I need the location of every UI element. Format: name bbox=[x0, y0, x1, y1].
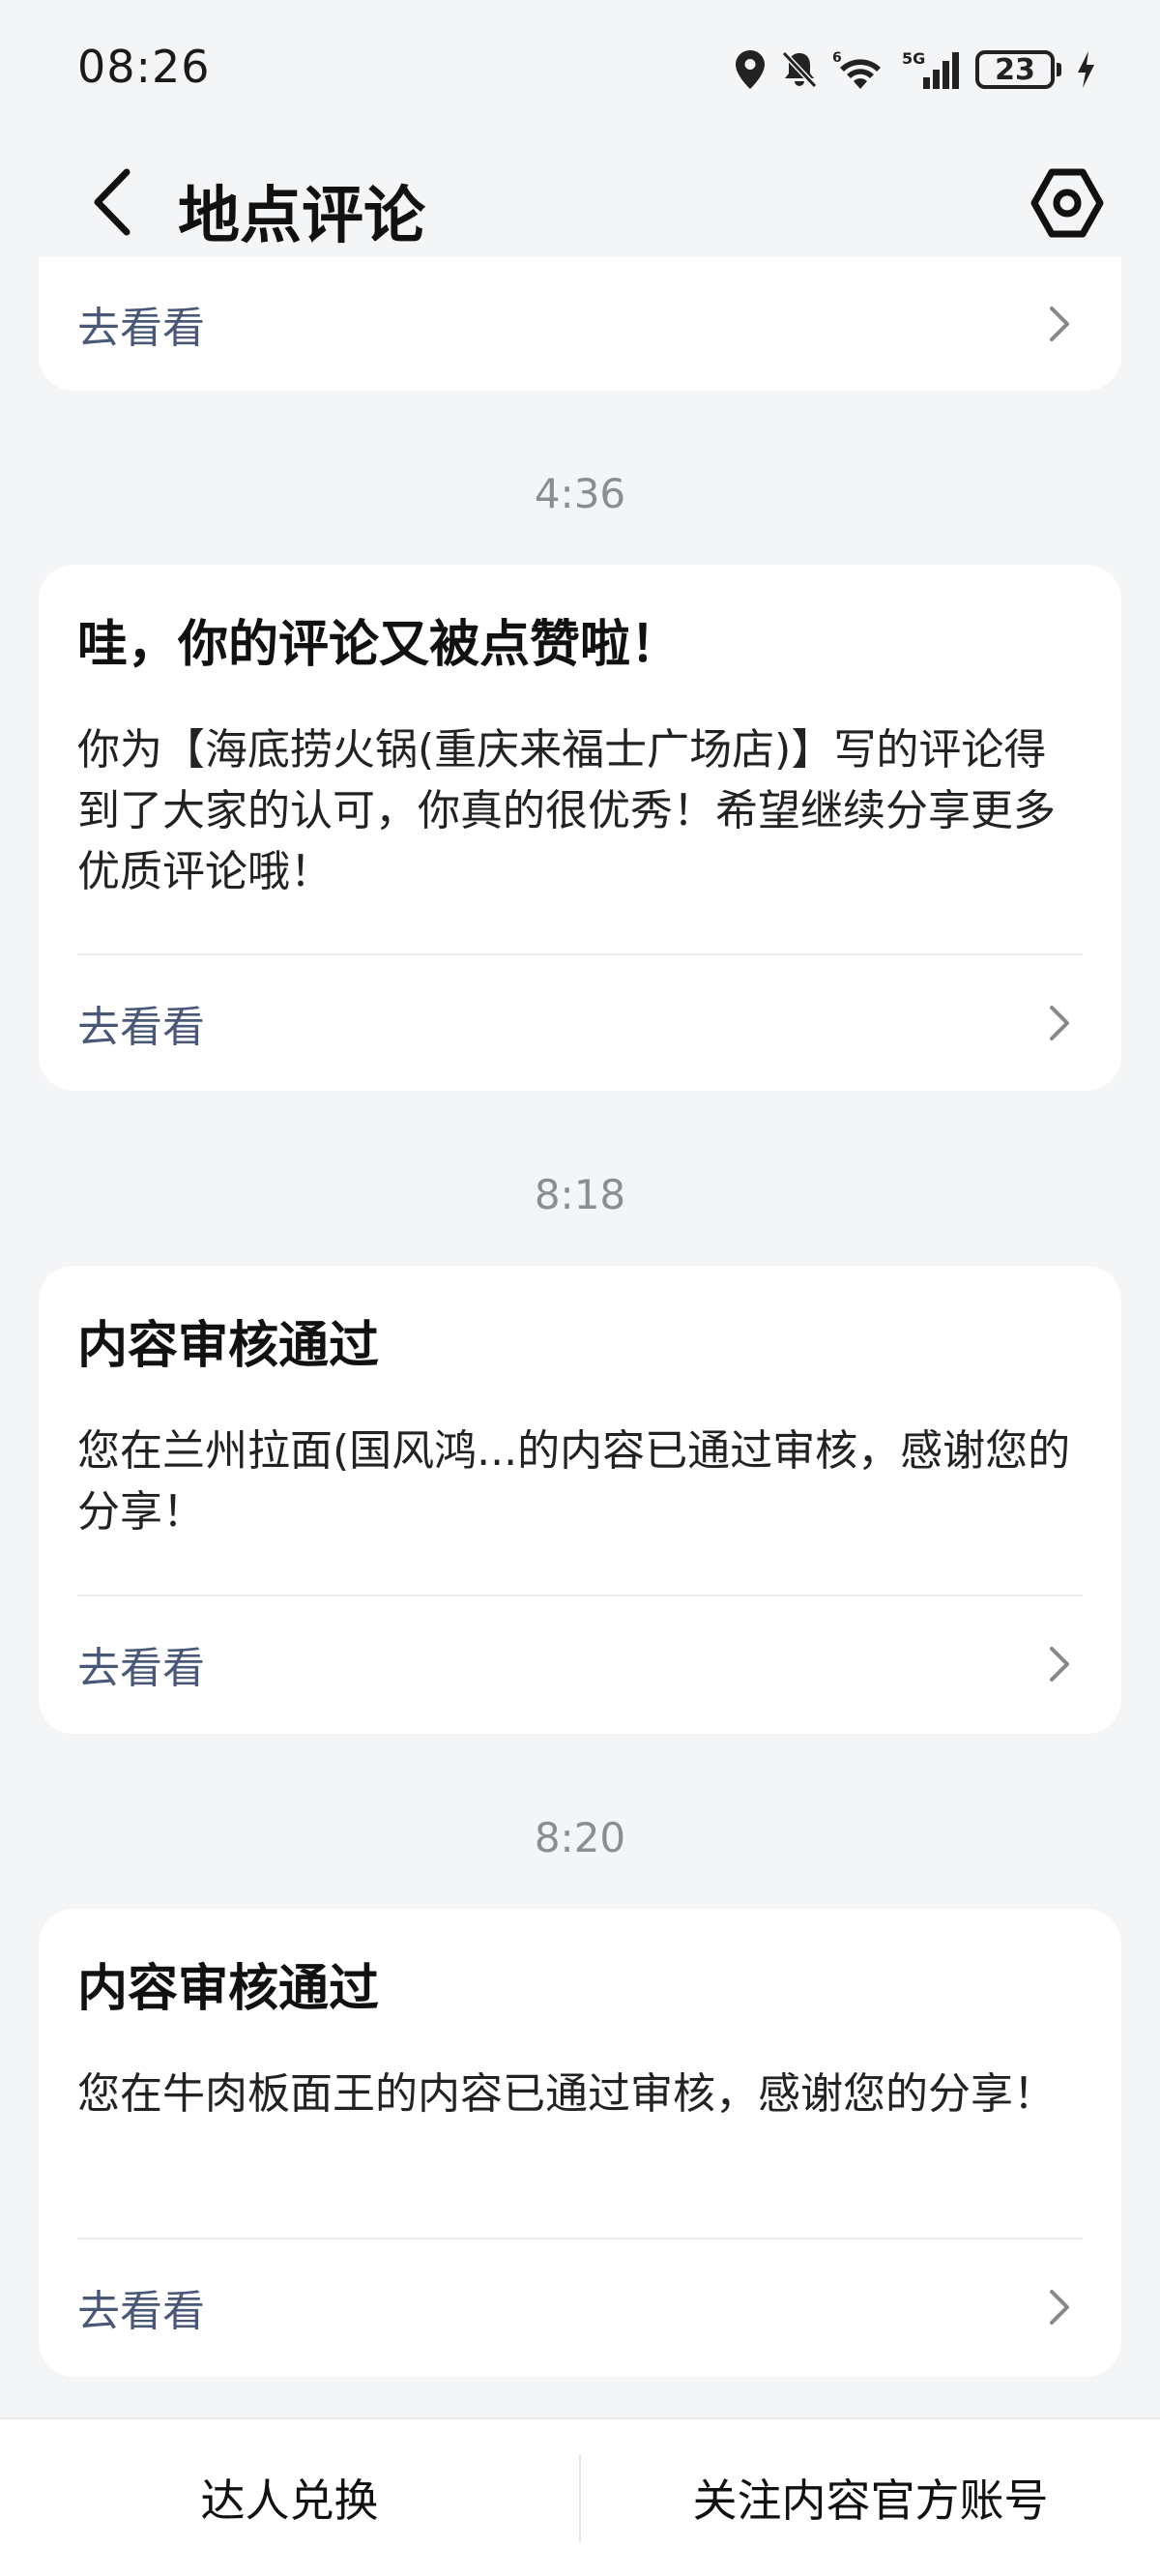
message-body: 你为【海底捞火锅(重庆来福士广场店)】写的评论得到了大家的认可，你真的很优秀！希… bbox=[77, 725, 1056, 896]
mute-icon bbox=[781, 50, 818, 89]
follow-official-account-button[interactable]: 关注内容官方账号 bbox=[581, 2419, 1160, 2576]
message-card: 内容审核通过 您在牛肉板面王的内容已通过审核，感谢您的分享！ 去看看 bbox=[39, 1909, 1121, 2377]
back-button[interactable] bbox=[68, 159, 155, 246]
svg-text:5G: 5G bbox=[902, 49, 925, 68]
go-see-label: 去看看 bbox=[77, 1644, 205, 1693]
go-see-label: 去看看 bbox=[77, 1003, 205, 1052]
chevron-left-icon bbox=[94, 168, 130, 236]
status-bar: 08:26 6 5G 23 bbox=[0, 0, 1160, 145]
location-icon bbox=[736, 50, 765, 89]
message-card-partial: 去看看 bbox=[39, 257, 1121, 391]
chevron-right-icon bbox=[1050, 307, 1069, 341]
status-time: 08:26 bbox=[77, 41, 211, 93]
message-time: 8:20 bbox=[534, 1814, 626, 1861]
page-title: 地点评论 bbox=[178, 181, 425, 252]
settings-button[interactable] bbox=[1021, 157, 1114, 249]
message-time: 8:18 bbox=[534, 1171, 626, 1218]
svg-text:6: 6 bbox=[832, 50, 842, 66]
message-title: 内容审核通过 bbox=[77, 1317, 380, 1375]
chevron-right-icon bbox=[1050, 1647, 1069, 1682]
header: 地点评论 bbox=[0, 145, 1160, 261]
charging-icon bbox=[1078, 51, 1094, 88]
chevron-right-icon bbox=[1050, 1006, 1069, 1040]
message-card: 哇，你的评论又被点赞啦！ 你为【海底捞火锅(重庆来福士广场店)】写的评论得到了大… bbox=[39, 565, 1121, 1091]
message-body: 您在兰州拉面(国风鸿...的内容已通过审核，感谢您的分享！ bbox=[77, 1426, 1071, 1537]
battery-tip bbox=[1057, 63, 1061, 76]
go-see-button[interactable]: 去看看 bbox=[39, 955, 1121, 1091]
message-body: 您在牛肉板面王的内容已通过审核，感谢您的分享！ bbox=[77, 2069, 1056, 2119]
bottom-bar: 达人兑换 关注内容官方账号 bbox=[0, 2417, 1160, 2576]
go-see-label: 去看看 bbox=[77, 304, 205, 353]
message-title: 哇，你的评论又被点赞啦！ bbox=[77, 616, 682, 674]
message-time: 4:36 bbox=[534, 470, 626, 517]
status-icons: 6 5G 23 bbox=[734, 44, 1096, 95]
message-title: 内容审核通过 bbox=[77, 1960, 380, 2018]
chevron-right-icon bbox=[1050, 2290, 1069, 2325]
signal-5g-icon: 5G bbox=[902, 49, 959, 89]
expert-exchange-button[interactable]: 达人兑换 bbox=[0, 2419, 579, 2576]
go-see-button[interactable]: 去看看 bbox=[39, 257, 1121, 391]
battery-icon: 23 bbox=[975, 50, 1055, 89]
go-see-button[interactable]: 去看看 bbox=[39, 2239, 1121, 2375]
go-see-button[interactable]: 去看看 bbox=[39, 1596, 1121, 1732]
settings-icon bbox=[1030, 168, 1104, 238]
message-card: 内容审核通过 您在兰州拉面(国风鸿...的内容已通过审核，感谢您的分享！ 去看看 bbox=[39, 1266, 1121, 1734]
go-see-label: 去看看 bbox=[77, 2287, 205, 2336]
wifi-icon: 6 bbox=[832, 50, 881, 89]
battery-level: 23 bbox=[995, 52, 1035, 87]
